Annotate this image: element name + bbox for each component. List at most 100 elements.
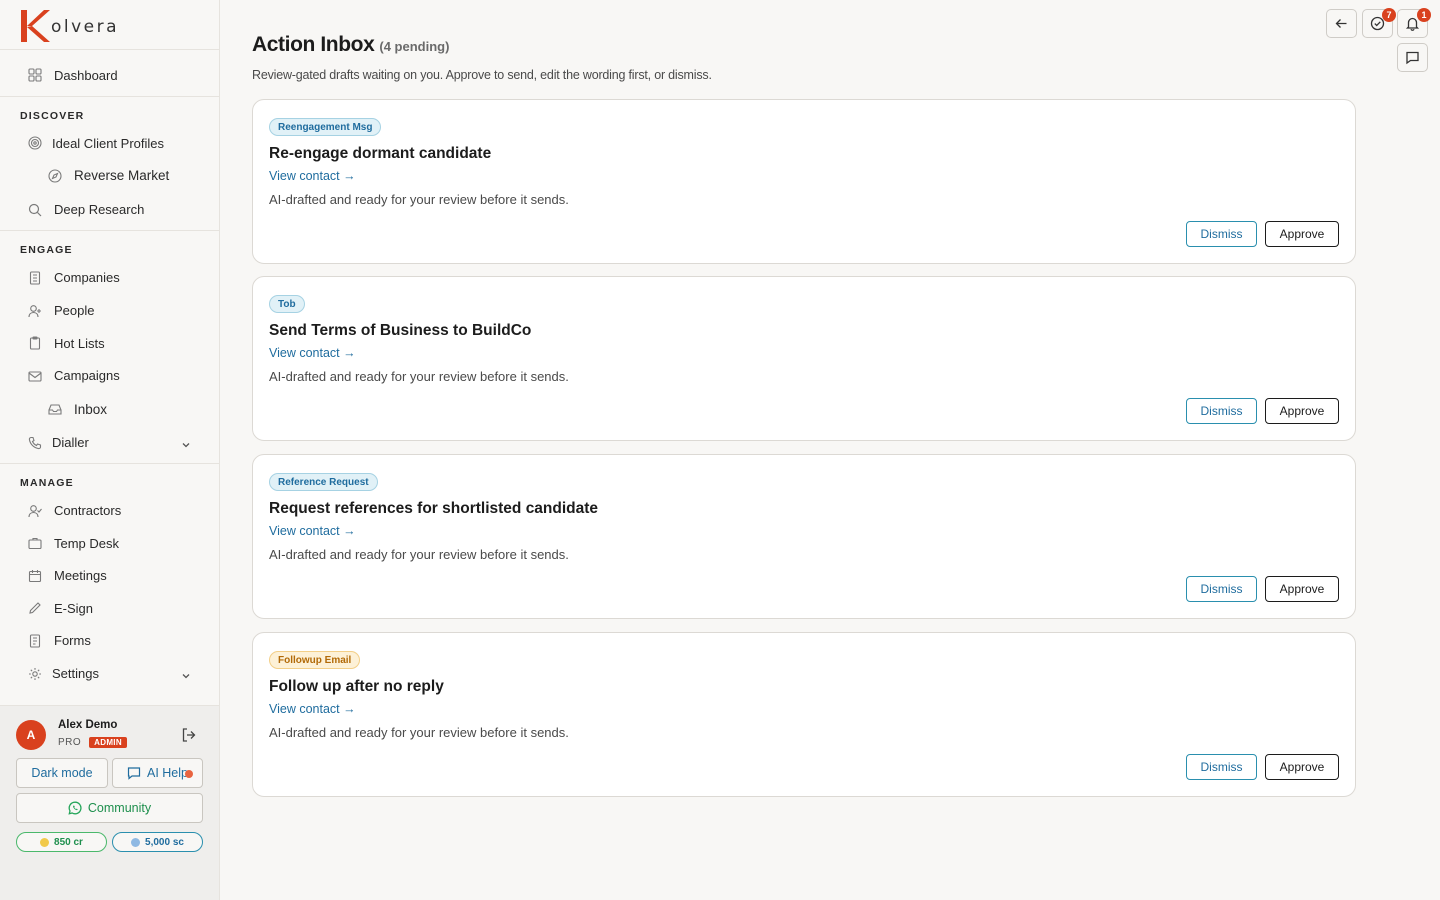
logout-icon[interactable] bbox=[180, 726, 198, 744]
avatar[interactable]: A bbox=[16, 720, 46, 750]
sidebar-item-meetings[interactable]: Meetings bbox=[0, 559, 219, 592]
sidebar-item-campaigns[interactable]: Campaigns bbox=[0, 359, 219, 392]
sidebar-item-label: Ideal Client Profiles bbox=[52, 135, 164, 151]
credits-label: 850 cr bbox=[54, 836, 83, 848]
user-plan: PRO ADMIN bbox=[58, 737, 127, 748]
sidebar-item-label: Settings bbox=[52, 666, 99, 681]
card-description: AI-drafted and ready for your review bef… bbox=[269, 369, 569, 384]
gear-icon bbox=[28, 667, 42, 681]
chevron-down-icon[interactable] bbox=[181, 438, 191, 448]
section-label-engage: ENGAGE bbox=[20, 244, 73, 256]
sidebar-item-label: Contractors bbox=[54, 503, 122, 518]
user-name: Alex Demo bbox=[58, 719, 118, 731]
sc-label: 5,000 sc bbox=[145, 836, 184, 848]
view-contact-link[interactable]: View contact → bbox=[269, 346, 356, 360]
approve-button[interactable]: Approve bbox=[1265, 576, 1339, 602]
card-description: AI-drafted and ready for your review bef… bbox=[269, 192, 569, 207]
tasks-button[interactable]: 7 bbox=[1362, 8, 1396, 38]
sidebar-item-deep-research[interactable]: Deep Research bbox=[0, 192, 219, 227]
view-contact-link[interactable]: View contact → bbox=[269, 524, 356, 538]
dismiss-button[interactable]: Dismiss bbox=[1186, 576, 1257, 602]
sidebar-item-e-sign[interactable]: E-Sign bbox=[0, 592, 219, 624]
token-icon bbox=[131, 837, 141, 847]
dark-mode-button[interactable]: Dark mode bbox=[16, 758, 108, 788]
action-card: Followup Email Follow up after no reply … bbox=[252, 632, 1356, 797]
sidebar-item-reverse-market[interactable]: Reverse Market bbox=[0, 159, 219, 192]
sidebar-item-inbox[interactable]: Inbox bbox=[0, 392, 219, 426]
main-content: Action Inbox (4 pending) Review-gated dr… bbox=[220, 0, 1440, 900]
sidebar-item-label: Reverse Market bbox=[74, 168, 170, 183]
grid-icon bbox=[28, 68, 42, 82]
chat-button[interactable] bbox=[1397, 43, 1428, 72]
target-icon bbox=[28, 136, 42, 150]
category-tag: Followup Email bbox=[269, 651, 361, 669]
ai-help-label: AI Help bbox=[147, 766, 188, 780]
logo[interactable]: olvera bbox=[0, 0, 219, 50]
notifications-button[interactable]: 1 bbox=[1397, 8, 1431, 38]
community-button[interactable]: Community bbox=[16, 793, 203, 823]
back-button[interactable] bbox=[1326, 9, 1357, 38]
arrow-left-icon bbox=[1334, 16, 1349, 31]
dismiss-button[interactable]: Dismiss bbox=[1186, 398, 1257, 424]
clipboard-icon bbox=[28, 336, 42, 350]
message-icon bbox=[1405, 50, 1420, 65]
form-icon bbox=[28, 633, 42, 648]
search-icon bbox=[28, 203, 42, 217]
page-subtitle: Review-gated drafts waiting on you. Appr… bbox=[252, 68, 712, 82]
sidebar-item-temp-desk[interactable]: Temp Desk bbox=[0, 527, 219, 559]
user-plus-icon bbox=[28, 304, 42, 318]
card-title: Follow up after no reply bbox=[269, 678, 444, 695]
sidebar-item-label: Campaigns bbox=[54, 368, 120, 383]
credits-badge[interactable]: 850 cr bbox=[16, 832, 107, 852]
sidebar-item-hot-lists[interactable]: Hot Lists bbox=[0, 327, 219, 359]
mail-icon bbox=[28, 369, 42, 383]
view-contact-link[interactable]: View contact → bbox=[269, 169, 356, 183]
notifications-count-badge: 1 bbox=[1417, 8, 1431, 22]
approve-button[interactable]: Approve bbox=[1265, 221, 1339, 247]
dismiss-button[interactable]: Dismiss bbox=[1186, 754, 1257, 780]
action-card: Reference Request Request references for… bbox=[252, 454, 1356, 619]
sidebar-item-label: Forms bbox=[54, 633, 91, 648]
sidebar-item-label: Dashboard bbox=[54, 67, 118, 83]
approve-button[interactable]: Approve bbox=[1265, 398, 1339, 424]
sidebar-item-label: Deep Research bbox=[54, 202, 145, 217]
sc-badge[interactable]: 5,000 sc bbox=[112, 832, 203, 852]
sidebar-item-label: Inbox bbox=[74, 401, 108, 417]
building-icon bbox=[28, 270, 42, 285]
sidebar-item-people[interactable]: People bbox=[0, 294, 219, 327]
sidebar-item-label: Hot Lists bbox=[54, 335, 105, 351]
chevron-down-icon[interactable] bbox=[181, 669, 191, 679]
sidebar-item-settings[interactable]: Settings bbox=[0, 657, 219, 690]
whatsapp-icon bbox=[68, 801, 88, 815]
card-description: AI-drafted and ready for your review bef… bbox=[269, 547, 569, 562]
card-title: Send Terms of Business to BuildCo bbox=[269, 322, 532, 339]
sidebar-item-label: Temp Desk bbox=[54, 535, 120, 551]
calendar-icon bbox=[28, 569, 42, 583]
card-title: Request references for shortlisted candi… bbox=[269, 500, 599, 517]
sidebar-item-contractors[interactable]: Contractors bbox=[0, 494, 219, 527]
view-contact-link[interactable]: View contact → bbox=[269, 702, 356, 716]
user-check-icon bbox=[28, 504, 42, 518]
approve-button[interactable]: Approve bbox=[1265, 754, 1339, 780]
sidebar-item-dialler[interactable]: Dialler bbox=[0, 426, 219, 459]
section-label-manage: MANAGE bbox=[20, 477, 74, 489]
sidebar-item-dashboard[interactable]: Dashboard bbox=[0, 59, 219, 91]
page-title-text: Action Inbox bbox=[252, 33, 375, 56]
section-label-discover: DISCOVER bbox=[20, 110, 85, 122]
category-tag: Tob bbox=[269, 295, 305, 313]
action-card: Reengagement Msg Re-engage dormant candi… bbox=[252, 99, 1356, 264]
pending-count: (4 pending) bbox=[379, 39, 450, 54]
page-title: Action Inbox (4 pending) bbox=[252, 33, 449, 57]
phone-icon bbox=[28, 436, 42, 450]
dismiss-button[interactable]: Dismiss bbox=[1186, 221, 1257, 247]
sidebar-item-forms[interactable]: Forms bbox=[0, 624, 219, 657]
sidebar-item-companies[interactable]: Companies bbox=[0, 261, 219, 294]
compass-icon bbox=[48, 168, 62, 183]
category-tag: Reference Request bbox=[269, 473, 378, 491]
sidebar-item-ideal-client-profiles[interactable]: Ideal Client Profiles bbox=[0, 127, 219, 159]
sidebar: olvera Dashboard DISCOVER Ideal Client P… bbox=[0, 0, 220, 900]
ai-help-button[interactable]: AI Help bbox=[112, 758, 203, 788]
dark-mode-label: Dark mode bbox=[31, 766, 93, 780]
sidebar-item-label: Dialler bbox=[52, 435, 89, 450]
plan-label: PRO bbox=[58, 737, 82, 748]
